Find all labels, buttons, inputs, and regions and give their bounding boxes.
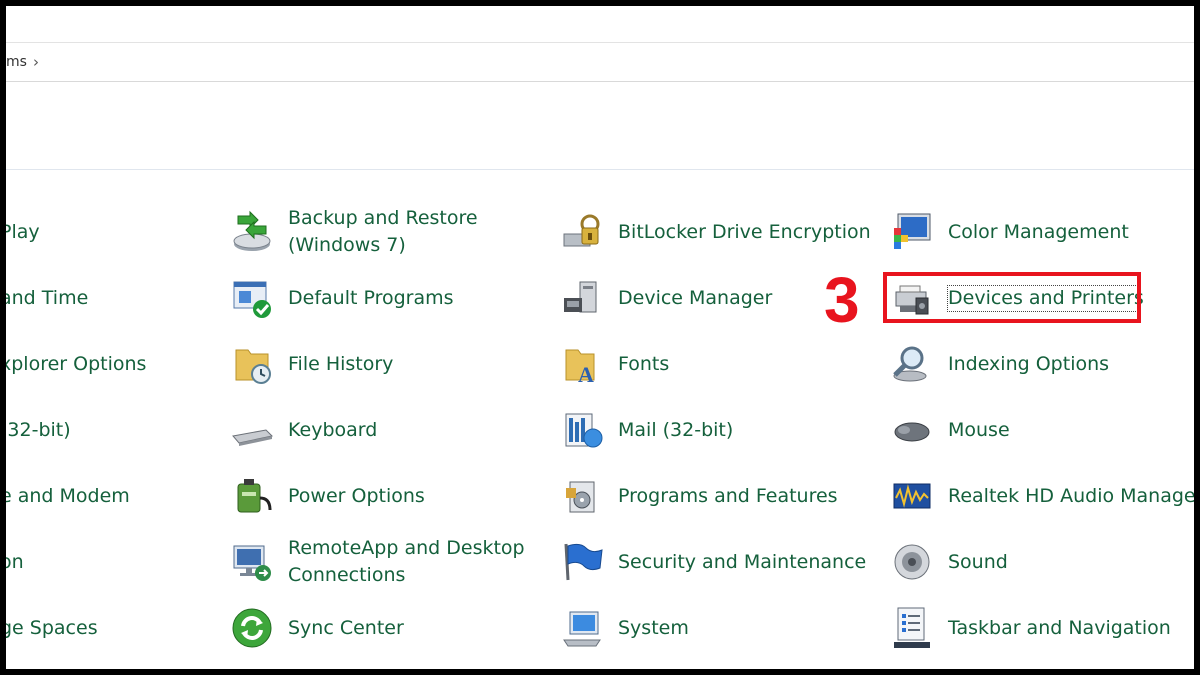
backup-restore-icon [233,210,271,251]
item-label: BitLocker Drive Encryption [618,220,871,243]
control-panel-item[interactable]: e and Modem [6,470,130,522]
svg-text:A: A [578,362,594,386]
control-panel-item-keyboard[interactable]: Keyboard [230,404,377,456]
item-label: Sync Center [288,616,404,639]
control-panel-item[interactable]: and Time [6,272,88,324]
control-panel-item-taskbar-navigation[interactable]: Taskbar and Navigation [890,602,1171,654]
control-panel-item-remoteapp[interactable]: RemoteApp and Desktop Connections [230,536,525,588]
mouse-icon [894,422,930,442]
file-history-icon [235,349,271,384]
system-icon [563,611,601,647]
control-panel-item[interactable]: xplorer Options [6,338,146,390]
item-label: Default Programs [288,286,454,309]
item-label: xplorer Options [6,352,147,375]
control-panel-item-mouse[interactable]: Mouse [890,404,1010,456]
bitlocker-icon [563,214,600,247]
control-panel-item-security-maintenance[interactable]: Security and Maintenance [560,536,866,588]
device-manager-icon [564,281,597,313]
chevron-right-icon[interactable]: › [33,53,39,71]
title-bar [6,6,1194,43]
item-label: Mouse [948,418,1010,441]
step-number-annotation: 3 [824,264,860,336]
control-panel-item-indexing-options[interactable]: Indexing Options [890,338,1109,390]
item-label: File History [288,352,394,375]
highlight-box [883,272,1141,323]
item-label: on [6,550,24,573]
item-label: Sound [948,550,1008,573]
control-panel-item-sound[interactable]: Sound [890,536,1008,588]
item-label: Taskbar and Navigation [948,616,1171,639]
item-label: (32-bit) [6,418,71,441]
control-panel-item-bitlocker[interactable]: BitLocker Drive Encryption [560,206,871,258]
default-programs-icon [233,281,271,318]
item-label: Realtek HD Audio Manager [948,484,1194,507]
sync-center-icon [232,608,272,648]
control-panel-item-power-options[interactable]: Power Options [230,470,425,522]
item-label: Play [6,220,40,243]
security-maintenance-icon [564,543,603,581]
control-panel-item-file-history[interactable]: File History [230,338,393,390]
item-label: System [618,616,689,639]
control-panel-item-device-manager[interactable]: Device Manager [560,272,772,324]
control-panel-item[interactable]: Play [6,206,40,258]
control-panel-item-default-programs[interactable]: Default Programs [230,272,454,324]
control-panel-item-backup-restore[interactable]: Backup and Restore (Windows 7) [230,206,478,258]
item-label: Security and Maintenance [618,550,867,573]
item-label: Power Options [288,484,425,507]
item-label: Fonts [618,352,670,375]
divider [6,169,1194,170]
control-panel-window: ms › Play and Time xplorer Options (32-b… [6,6,1194,669]
keyboard-icon [232,429,274,446]
power-options-icon [237,479,272,513]
control-panel-item-programs-features[interactable]: Programs and Features [560,470,838,522]
control-panel-item-sync-center[interactable]: Sync Center [230,602,404,654]
item-label: Backup and Restore (Windows 7) [288,207,478,256]
color-management-icon [894,213,931,249]
control-panel-item-system[interactable]: System [560,602,689,654]
item-label: Indexing Options [948,352,1110,375]
item-label: RemoteApp and Desktop Connections [288,537,525,586]
programs-features-icon [566,481,595,513]
item-label: Mail (32-bit) [618,418,734,441]
item-label: and Time [6,286,89,309]
control-panel-item[interactable]: on [6,536,24,588]
mail-icon [565,413,603,448]
breadcrumb-item[interactable]: ms [6,54,27,70]
realtek-audio-icon [893,483,931,509]
control-panel-item-mail[interactable]: Mail (32-bit) [560,404,733,456]
item-label: Device Manager [618,286,773,309]
indexing-options-icon [893,346,927,382]
item-label: Keyboard [288,418,378,441]
item-label: Color Management [948,220,1129,243]
remoteapp-icon [233,545,271,581]
control-panel-item[interactable]: (32-bit) [6,404,71,456]
control-panel-item-color-management[interactable]: Color Management [890,206,1129,258]
control-panel-item-fonts[interactable]: A Fonts [560,338,669,390]
address-bar[interactable]: ms › [6,43,1194,82]
fonts-icon: A [565,349,595,386]
sound-icon [894,544,930,580]
control-panel-item[interactable]: ge Spaces [6,602,98,654]
taskbar-navigation-icon [894,607,930,648]
control-panel-item-realtek-audio[interactable]: Realtek HD Audio Manager [890,470,1194,522]
item-label: ge Spaces [6,616,98,639]
item-label: Programs and Features [618,484,838,507]
item-label: e and Modem [6,484,130,507]
